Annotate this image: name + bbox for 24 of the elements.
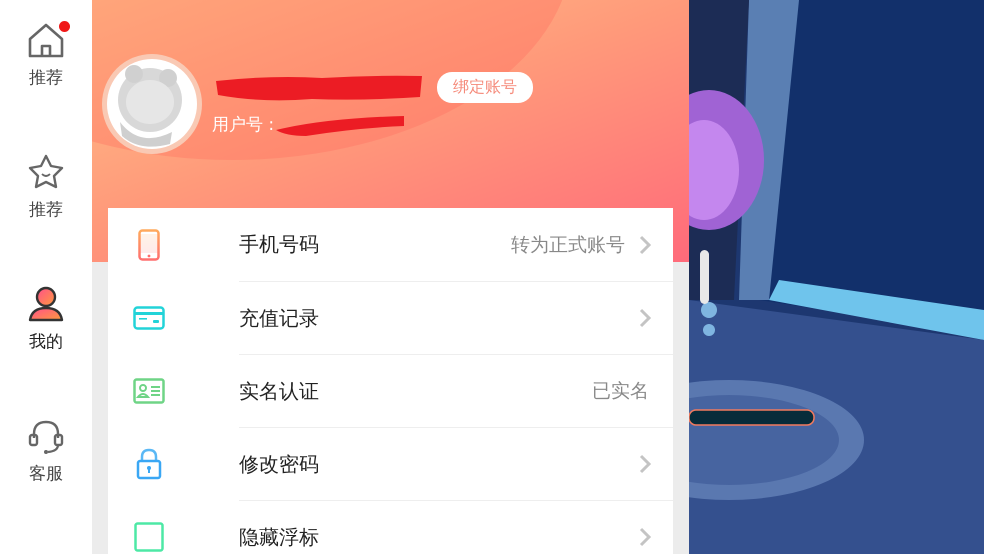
settings-row[interactable]: 实名认证 已实名 — [108, 354, 673, 427]
settings-label: 充值记录 — [239, 304, 320, 332]
settings-label: 修改密码 — [239, 450, 320, 478]
nav-item[interactable]: 推荐 — [11, 152, 81, 260]
lock-icon — [136, 448, 162, 480]
settings-label: 实名认证 — [239, 378, 320, 404]
scrollbar[interactable] — [700, 250, 709, 304]
user-id-label: 用户号 : — [212, 114, 274, 136]
credit-card-icon — [132, 306, 164, 330]
settings-row[interactable]: 隐藏浮标 — [108, 500, 673, 554]
settings-row[interactable]: 修改密码 — [108, 427, 673, 500]
nav-item[interactable]: 推荐 — [11, 20, 81, 128]
user-icon — [26, 284, 66, 324]
settings-row[interactable]: 手机号码 转为正式账号 — [108, 208, 673, 281]
settings-label: 手机号码 — [239, 231, 320, 258]
settings-value: 已实名 — [592, 379, 649, 404]
settings-row[interactable]: 充值记录 — [108, 281, 673, 354]
square-icon — [134, 522, 164, 552]
settings-label: 隐藏浮标 — [239, 524, 320, 550]
phone-icon — [138, 228, 160, 260]
nav-item[interactable]: 我的 — [11, 284, 81, 392]
nav-item[interactable]: 客服 — [11, 416, 81, 524]
settings-value: 转为正式账号 — [511, 232, 625, 258]
id-card-icon — [132, 378, 164, 404]
